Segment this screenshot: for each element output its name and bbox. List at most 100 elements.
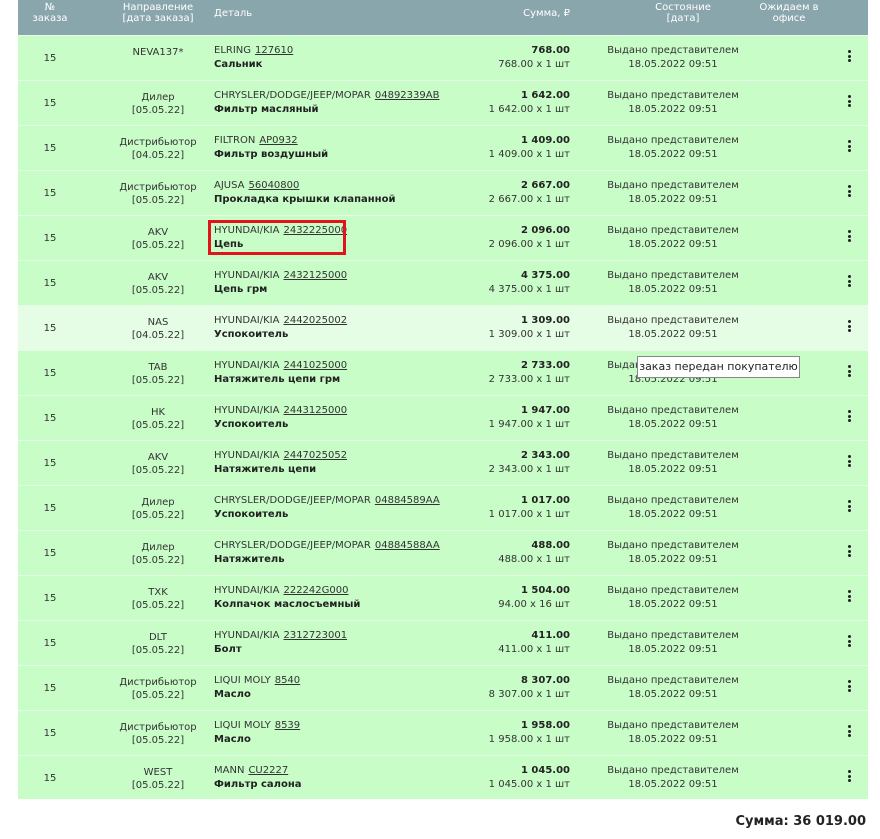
status-text[interactable]: Выдано представителем	[603, 584, 743, 598]
status-text[interactable]: Выдано представителем	[603, 674, 743, 688]
sum-breakdown: 4 375.00 x 1 шт	[488, 284, 570, 295]
status: Выдано представителем 18.05.2022 09:51	[603, 584, 743, 612]
part-brand: HYUNDAI/KIA	[214, 360, 280, 371]
part-brand: HYUNDAI/KIA	[214, 585, 280, 596]
part-code-link[interactable]: 2442025002	[283, 315, 347, 326]
direction: Дистрибьютор [05.05.22]	[94, 181, 222, 207]
part-code-link[interactable]: 2312723001	[283, 630, 347, 641]
status-text[interactable]: Выдано представителем	[603, 494, 743, 508]
direction: Дистрибьютор [05.05.22]	[94, 676, 222, 702]
direction-name: AKV	[147, 272, 169, 283]
sum-total: 1 958.00	[520, 720, 570, 731]
detail: ELRING 127610 Сальник	[214, 44, 464, 72]
part-code-link[interactable]: 2443125000	[283, 405, 347, 416]
part-brand: CHRYSLER/DODGE/JEEP/MOPAR	[214, 90, 371, 101]
part-code-link[interactable]: AP0932	[259, 135, 297, 146]
part-description: Натяжитель цепи грм	[214, 374, 341, 385]
row-menu-button[interactable]	[842, 230, 856, 247]
status-text[interactable]: Выдано представителем	[603, 134, 743, 148]
direction: AKV [05.05.22]	[94, 451, 222, 477]
row-menu-button[interactable]	[842, 635, 856, 652]
row-menu-button[interactable]	[842, 275, 856, 292]
part-description: Успокоитель	[214, 329, 289, 340]
sum-breakdown: 1 642.00 x 1 шт	[488, 104, 570, 115]
table-row: 15 NAS [04.05.22] HYUNDAI/KIA 2442025002 …	[18, 305, 868, 350]
status-text[interactable]: Выдано представителем	[603, 629, 743, 643]
part-brand: LIQUI MOLY	[214, 675, 271, 686]
sum-breakdown: 94.00 x 16 шт	[498, 599, 570, 610]
sum: 1 017.00 1 017.00 x 1 шт	[438, 494, 570, 522]
row-menu-button[interactable]	[842, 320, 856, 337]
table-row: 15 Дилер [05.05.22] CHRYSLER/DODGE/JEEP/…	[18, 80, 868, 125]
status-text[interactable]: Выдано представителем	[603, 179, 743, 193]
row-menu-button[interactable]	[842, 185, 856, 202]
row-menu-button[interactable]	[842, 50, 856, 67]
status: Выдано представителем 18.05.2022 09:51	[603, 764, 743, 792]
order-number: 15	[43, 458, 57, 469]
status-text[interactable]: Выдано представителем	[603, 449, 743, 463]
row-menu-button[interactable]	[842, 95, 856, 112]
sum: 2 667.00 2 667.00 x 1 шт	[438, 179, 570, 207]
row-menu-button[interactable]	[842, 725, 856, 742]
part-code-link[interactable]: 56040800	[248, 180, 299, 191]
part-brand: ELRING	[214, 45, 252, 56]
status: Выдано представителем 18.05.2022 09:51	[603, 269, 743, 297]
sum-breakdown: 411.00 x 1 шт	[498, 644, 570, 655]
part-code-link[interactable]: 04892339AB	[375, 90, 440, 101]
part-code-link[interactable]: 2447025052	[283, 450, 347, 461]
row-menu-button[interactable]	[842, 410, 856, 427]
sum-breakdown: 1 017.00 x 1 шт	[488, 509, 570, 520]
table-row: 15 AKV [05.05.22] HYUNDAI/KIA 2432225000 …	[18, 215, 868, 260]
row-menu-button[interactable]	[842, 455, 856, 472]
direction: Дистрибьютор [05.05.22]	[94, 721, 222, 747]
part-code-link[interactable]: 04884589AA	[375, 495, 440, 506]
row-menu-button[interactable]	[842, 365, 856, 382]
status-text[interactable]: Выдано представителем	[603, 269, 743, 283]
status: Выдано представителем 18.05.2022 09:51	[603, 719, 743, 747]
table-row: 15 AKV [05.05.22] HYUNDAI/KIA 2432125000 …	[18, 260, 868, 305]
status-text[interactable]: Выдано представителем	[603, 44, 743, 58]
status-text[interactable]: Выдано представителем	[603, 224, 743, 238]
direction: Дилер [05.05.22]	[94, 91, 222, 117]
row-menu-button[interactable]	[842, 545, 856, 562]
part-brand: MANN	[214, 765, 245, 776]
row-menu-button[interactable]	[842, 140, 856, 157]
sum-breakdown: 488.00 x 1 шт	[498, 554, 570, 565]
part-code-link[interactable]: 8540	[275, 675, 300, 686]
sum-total: 1 409.00	[520, 135, 570, 146]
direction-date: [04.05.22]	[131, 150, 185, 161]
status-text[interactable]: Выдано представителем	[603, 719, 743, 733]
status-date: 18.05.2022 09:51	[628, 689, 718, 700]
status-text[interactable]: Выдано представителем	[603, 89, 743, 103]
row-menu-button[interactable]	[842, 680, 856, 697]
status-text[interactable]: Выдано представителем	[603, 314, 743, 328]
row-menu-button[interactable]	[842, 590, 856, 607]
status-text[interactable]: Выдано представителем	[603, 404, 743, 418]
status-text[interactable]: Выдано представителем	[603, 764, 743, 778]
part-code-link[interactable]: 222242G000	[283, 585, 348, 596]
row-menu-button[interactable]	[842, 770, 856, 787]
part-code-link[interactable]: 8539	[275, 720, 300, 731]
orders-page: № заказа Направление [дата заказа] Детал…	[0, 0, 880, 839]
part-code-link[interactable]: 04884588AA	[375, 540, 440, 551]
part-code-link[interactable]: 127610	[255, 45, 293, 56]
order-number: 15	[43, 548, 57, 559]
row-menu-button[interactable]	[842, 500, 856, 517]
part-brand: FILTRON	[214, 135, 256, 146]
sum-total: 1 504.00	[520, 585, 570, 596]
part-code-link[interactable]: 2432125000	[283, 270, 347, 281]
kebab-menu-icon	[847, 95, 851, 109]
sum: 2 096.00 2 096.00 x 1 шт	[438, 224, 570, 252]
kebab-menu-icon	[847, 770, 851, 784]
status: Выдано представителем 18.05.2022 09:51	[603, 224, 743, 252]
status-text[interactable]: Выдано представителем	[603, 539, 743, 553]
direction-date: [05.05.22]	[131, 465, 185, 476]
part-code-link[interactable]: CU2227	[248, 765, 288, 776]
table-row: 15 Дистрибьютор [05.05.22] LIQUI MOLY 854…	[18, 665, 868, 710]
part-code-link[interactable]: 2441025000	[283, 360, 347, 371]
direction-name: Дистрибьютор	[119, 182, 197, 193]
detail: CHRYSLER/DODGE/JEEP/MOPAR 04884589AA Успо…	[214, 494, 464, 522]
kebab-menu-icon	[847, 635, 851, 649]
part-brand: HYUNDAI/KIA	[214, 450, 280, 461]
kebab-menu-icon	[847, 455, 851, 469]
